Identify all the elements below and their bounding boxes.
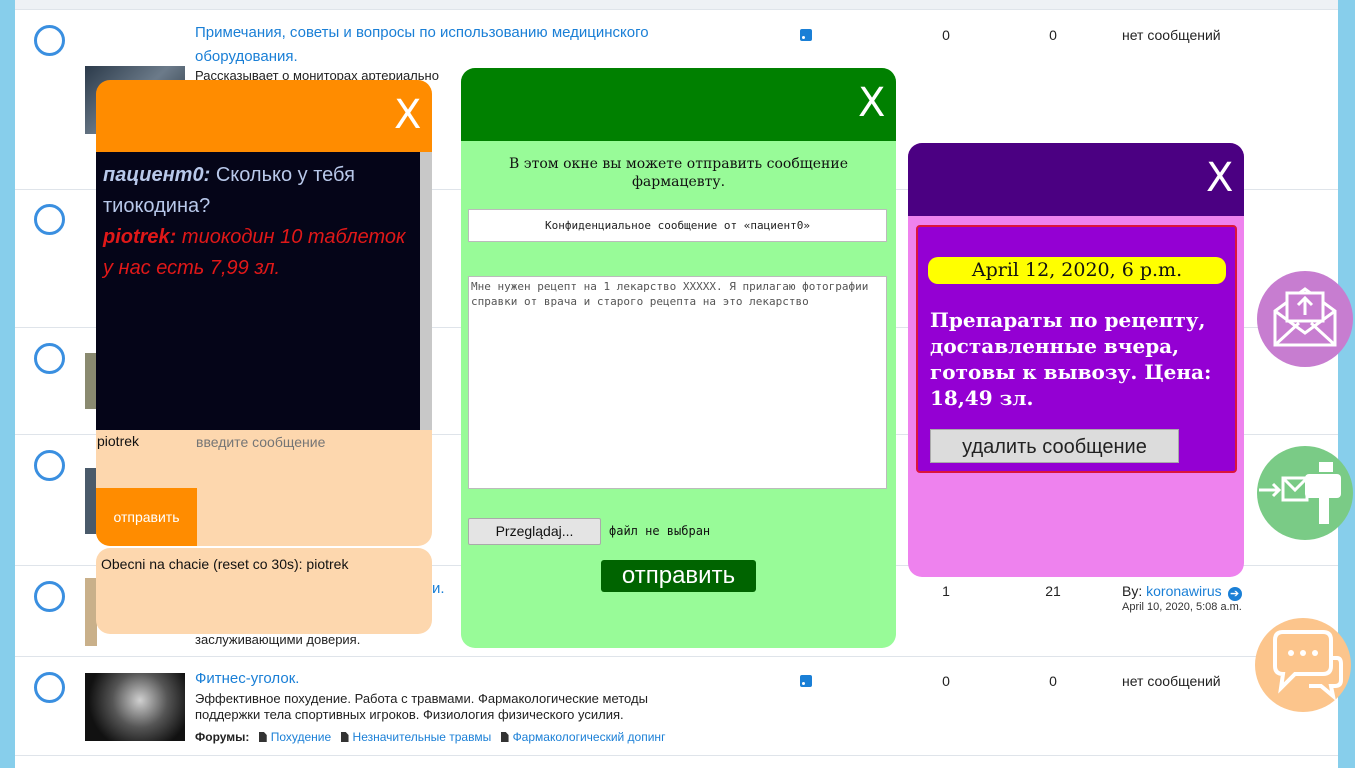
topics-count: 0 [942,27,950,43]
mail-upload-button[interactable] [1257,271,1353,367]
document-icon [258,732,267,742]
notification-window: X April 12, 2020, 6 p.m. Препараты по ре… [908,143,1244,577]
pharmacist-form-intro: В этом окне вы можете отправить сообщени… [509,156,848,190]
unread-indicator-icon [34,581,65,612]
rss-icon[interactable] [800,675,812,687]
last-post-user-link[interactable]: koronawirus [1146,583,1221,599]
notification-text: Препараты по рецепту, доставленные вчера… [930,308,1212,410]
notification-message: April 12, 2020, 6 p.m. Препараты по реце… [916,225,1237,473]
last-post: нет сообщений [1122,673,1221,689]
pharmacist-message-window: X В этом окне вы можете отправить сообще… [461,68,896,648]
chat-online-users: Obecni na chacie (reset co 30s): piotrek [96,548,432,634]
notification-date: April 12, 2020, 6 p.m. [928,257,1226,284]
last-post: нет сообщений [1122,27,1221,43]
chat-bubbles-icon [1273,630,1343,702]
chat-message-input[interactable] [196,432,426,452]
forum-thumbnail [85,673,185,741]
pharmacist-form-close-button[interactable]: X [858,80,885,126]
document-icon [500,732,509,742]
unread-indicator-icon [34,672,65,703]
chat-bubbles-button[interactable] [1255,618,1351,712]
topics-count: 1 [942,583,950,599]
chat-compose-area: piotrek отправить [96,430,432,546]
notification-header: X [908,143,1244,216]
subforum-link[interactable]: Фармакологический допинг [513,730,666,744]
forum-title-line[interactable]: оборудования. [195,48,298,65]
chat-message: piotrek: тиокодин 10 таблеток у нас есть… [103,222,413,284]
file-browse-button[interactable]: Przeglądaj... [468,518,601,545]
forum-title[interactable]: Фитнес-уголок. [195,667,299,691]
chat-current-user: piotrek [97,433,140,449]
posts-count: 21 [1045,583,1061,599]
chat-log: пациент0: Сколько у тебя тиокодина? piot… [96,152,420,430]
chat-scrollbar[interactable] [420,152,432,430]
forum-title[interactable]: Примечания, советы и вопросы по использо… [195,21,649,69]
chat-message-user: пациент0: [103,164,211,186]
last-post-author: By: koronawirus ➔ [1122,583,1242,601]
chat-send-button[interactable]: отправить [96,488,197,546]
forum-description-line: поддержки тела спортивных игроков. Физио… [195,707,624,722]
unread-indicator-icon [34,204,65,235]
rss-icon[interactable] [800,29,812,41]
forum-description: Эффективное похудение. Работа с травмами… [195,691,648,723]
pharmacist-send-button[interactable]: отправить [601,560,756,592]
pharmacist-form-header: X [461,68,896,141]
unread-indicator-icon [34,25,65,56]
chat-close-button[interactable]: X [394,92,421,138]
message-body-textarea[interactable]: Мне нужен рецепт на 1 лекарство XXXXX. Я… [468,276,887,489]
mail-upload-icon [1273,287,1337,347]
last-post-date: April 10, 2020, 5:08 a.m. [1122,601,1242,613]
last-post-by-label: By: [1122,583,1143,599]
delete-message-button[interactable]: удалить сообщение [930,429,1179,463]
posts-count: 0 [1049,673,1057,689]
go-to-post-icon[interactable]: ➔ [1227,587,1242,601]
mailbox-send-icon [1259,462,1341,524]
forum-title-line[interactable]: Примечания, советы и вопросы по использо… [195,24,649,41]
forum-description-line: Эффективное похудение. Работа с травмами… [195,691,648,706]
subforum-link[interactable]: Незначительные травмы [353,730,492,744]
chat-message-user: piotrek: [103,226,177,248]
chat-header: X [96,80,432,152]
file-status: файл не выбран [609,524,711,538]
unread-indicator-icon [34,343,65,374]
forums-label: Форумы: [195,730,250,744]
forum-row: Фитнес-уголок. Эффективное похудение. Ра… [15,657,1338,756]
document-icon [340,732,349,742]
chat-message: пациент0: Сколько у тебя тиокодина? [103,160,413,222]
subforum-link[interactable]: Похудение [271,730,331,744]
subforum-links: Форумы: Похудение Незначительные травмы … [195,730,665,744]
notification-close-button[interactable]: X [1206,155,1233,201]
unread-indicator-icon [34,450,65,481]
table-top-border [15,0,1338,10]
message-subject-field[interactable]: Конфиденциальное сообщение от «пациент0» [468,209,887,242]
topics-count: 0 [942,673,950,689]
chat-window: X пациент0: Сколько у тебя тиокодина? pi… [96,80,432,546]
forum-description: заслуживающими доверия. [195,632,361,647]
forum-title[interactable]: и. [432,577,445,601]
mailbox-send-button[interactable] [1257,446,1353,540]
posts-count: 0 [1049,27,1057,43]
